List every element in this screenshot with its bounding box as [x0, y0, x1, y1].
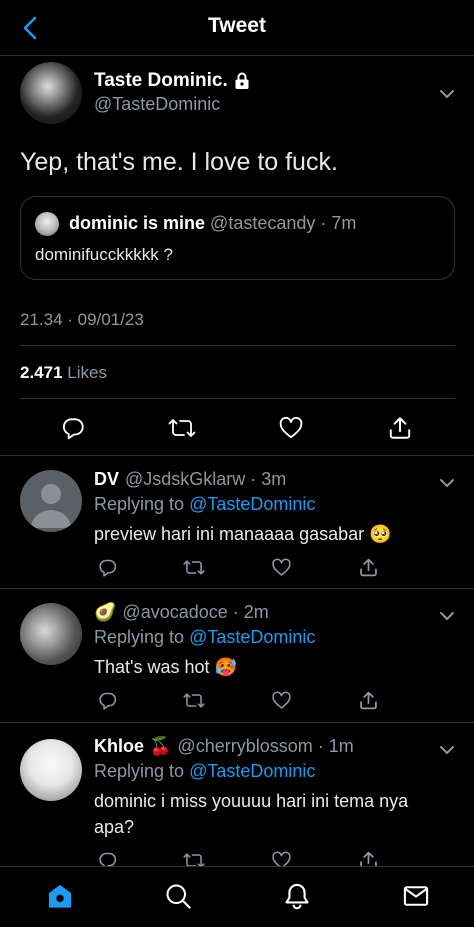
- avatar[interactable]: [20, 739, 82, 801]
- tab-messages[interactable]: [401, 881, 431, 911]
- like-icon: [271, 558, 291, 576]
- tweet-timestamp[interactable]: 21.34 · 09/01/23: [20, 310, 144, 330]
- search-icon: [166, 884, 191, 909]
- like-icon: [279, 416, 303, 439]
- reply-icon: [62, 418, 84, 440]
- reply-header: DV @JsdskGklarw · 3m: [94, 469, 286, 490]
- replying-label: Replying to: [94, 494, 185, 514]
- author-avatar[interactable]: [20, 62, 82, 124]
- reply-author-name[interactable]: 🥑: [94, 602, 116, 623]
- bottom-tab-bar: [0, 866, 474, 927]
- share-icon: [389, 417, 411, 439]
- notifications-icon: [285, 883, 309, 910]
- reply-header: Khloe 🍒 @cherryblossom · 1m: [94, 736, 354, 757]
- retweet-button[interactable]: [168, 414, 196, 442]
- share-button[interactable]: [357, 556, 379, 578]
- reply-button[interactable]: [96, 689, 118, 711]
- quote-text: dominifucckkkkk ?: [35, 245, 173, 264]
- retweet-icon: [183, 692, 205, 708]
- reply-item[interactable]: Khloe 🍒 @cherryblossom · 1m Replying to …: [0, 723, 474, 870]
- author-name: Taste Dominic.: [94, 70, 228, 91]
- replying-label: Replying to: [94, 627, 185, 647]
- like-icon: [271, 691, 291, 709]
- home-icon: [48, 884, 72, 908]
- lock-icon: [235, 72, 249, 89]
- replying-to: Replying to @TasteDominic: [94, 627, 315, 648]
- reply-text: That's was hot 🥵: [94, 657, 237, 677]
- tab-notifications[interactable]: [282, 881, 312, 911]
- reply-handle-time: @avocadoce · 2m: [122, 602, 269, 622]
- share-button[interactable]: [357, 689, 379, 711]
- avatar[interactable]: [20, 470, 82, 532]
- retweet-icon: [168, 419, 196, 437]
- reply-handle-time: @cherryblossom · 1m: [177, 736, 354, 756]
- more-options-button[interactable]: [437, 87, 457, 101]
- reply-text: dominic i miss youuuu hari ini tema nya …: [94, 791, 409, 837]
- replying-to: Replying to @TasteDominic: [94, 494, 315, 515]
- chevron-down-icon: [440, 746, 454, 755]
- chevron-down-icon: [440, 612, 454, 621]
- default-avatar-icon: [31, 484, 71, 528]
- avatar[interactable]: [20, 603, 82, 665]
- likes-stat[interactable]: 2.471 Likes: [20, 363, 107, 383]
- more-options-button[interactable]: [437, 743, 457, 757]
- quote-handle-time: @tastecandy · 7m: [210, 213, 357, 233]
- likes-count: 2.471: [20, 363, 63, 382]
- tweet-text: Yep, that's me. I love to fuck.: [20, 148, 338, 176]
- chevron-down-icon: [440, 479, 454, 488]
- reply-icon: [98, 692, 116, 710]
- reply-header: 🥑 @avocadoce · 2m: [94, 602, 269, 623]
- quote-avatar: [35, 212, 59, 236]
- author-handle: @TasteDominic: [94, 94, 221, 114]
- reply-handle-time: @JsdskGklarw · 3m: [125, 469, 287, 489]
- reply-author-name[interactable]: DV: [94, 469, 119, 490]
- replying-label: Replying to: [94, 761, 185, 781]
- tab-search[interactable]: [163, 881, 193, 911]
- replying-to: Replying to @TasteDominic: [94, 761, 315, 782]
- page-title: Tweet: [208, 14, 266, 37]
- share-icon: [359, 691, 377, 709]
- like-button[interactable]: [277, 414, 305, 442]
- retweet-button[interactable]: [183, 689, 205, 711]
- reply-button[interactable]: [59, 414, 87, 442]
- more-options-button[interactable]: [437, 609, 457, 623]
- likes-label: Likes: [67, 363, 107, 382]
- replying-to-link[interactable]: @TasteDominic: [189, 761, 315, 781]
- author-name-row[interactable]: Taste Dominic.: [94, 70, 250, 92]
- reply-text: preview hari ini manaaaa gasabar 🥺: [94, 524, 392, 544]
- messages-icon: [403, 886, 429, 906]
- divider: [20, 345, 455, 346]
- quote-header: dominic is mine @tastecandy · 7m: [69, 213, 356, 234]
- top-bar: Tweet: [0, 0, 474, 56]
- retweet-button[interactable]: [183, 556, 205, 578]
- reply-author-name[interactable]: Khloe 🍒: [94, 736, 171, 757]
- share-icon: [359, 558, 377, 576]
- quoted-tweet[interactable]: dominic is mine @tastecandy · 7m dominif…: [20, 196, 455, 280]
- reply-button[interactable]: [96, 556, 118, 578]
- replying-to-link[interactable]: @TasteDominic: [189, 627, 315, 647]
- reply-icon: [98, 559, 116, 577]
- tab-home[interactable]: [45, 881, 75, 911]
- more-options-button[interactable]: [437, 476, 457, 490]
- reply-item[interactable]: DV @JsdskGklarw · 3m Replying to @TasteD…: [0, 456, 474, 588]
- like-button[interactable]: [270, 689, 292, 711]
- reply-item[interactable]: 🥑 @avocadoce · 2m Replying to @TasteDomi…: [0, 589, 474, 722]
- share-button[interactable]: [386, 414, 414, 442]
- retweet-icon: [183, 559, 205, 575]
- replying-to-link[interactable]: @TasteDominic: [189, 494, 315, 514]
- quote-author-name: dominic is mine: [69, 213, 206, 233]
- like-button[interactable]: [270, 556, 292, 578]
- divider: [20, 398, 455, 399]
- chevron-down-icon: [440, 90, 454, 99]
